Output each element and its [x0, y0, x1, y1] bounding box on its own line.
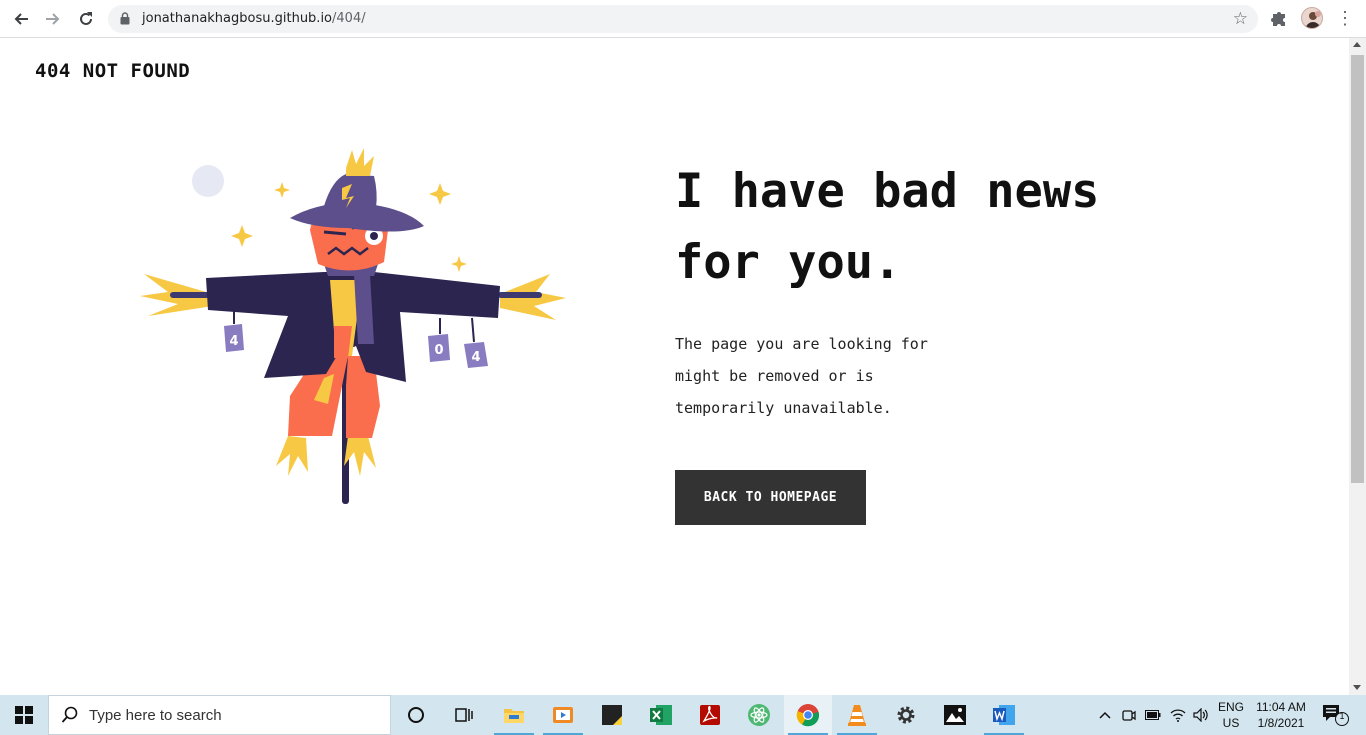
site-brand[interactable]: 404 NOT FOUND	[35, 60, 190, 82]
scarecrow-illustration: 4 0 4	[140, 148, 566, 504]
acrobat-icon	[700, 705, 720, 725]
chrome-button[interactable]	[784, 695, 832, 735]
forward-button[interactable]	[41, 7, 65, 31]
reload-button[interactable]	[74, 7, 98, 31]
excel-icon	[650, 705, 672, 725]
windows-logo-icon	[15, 706, 33, 724]
excel-button[interactable]	[637, 695, 685, 735]
clock-time: 11:04 AM	[1256, 700, 1306, 714]
search-icon	[61, 706, 78, 723]
cortana-button[interactable]	[392, 695, 440, 735]
action-center-button[interactable]: 1	[1322, 703, 1350, 732]
show-hidden-icons-chevron-icon[interactable]	[1096, 695, 1114, 735]
can-left-label: 4	[229, 334, 238, 349]
extensions-puzzle-icon[interactable]	[1270, 9, 1288, 32]
page-viewport: 404 NOT FOUND 4 0 4 I have bad news for …	[0, 38, 1349, 695]
arrow-right-icon	[46, 13, 60, 25]
clock-date: 1/8/2021	[1257, 716, 1305, 730]
lock-icon	[120, 12, 130, 25]
scroll-up-arrow-icon[interactable]	[1353, 42, 1361, 47]
word-icon	[993, 705, 1015, 725]
search-placeholder: Type here to search	[89, 707, 222, 724]
language-code: ENG	[1217, 700, 1244, 714]
description-line-3: temporarily unavailable.	[675, 399, 892, 417]
profile-avatar[interactable]	[1301, 7, 1323, 29]
gear-icon	[897, 706, 915, 724]
cortana-circle-icon	[408, 707, 424, 723]
task-view-icon	[455, 708, 473, 722]
photos-button[interactable]	[931, 695, 979, 735]
windows-taskbar: Type here to search ENG US 11:04 AM 1/8/…	[0, 695, 1366, 735]
volume-icon[interactable]	[1190, 695, 1212, 735]
browser-toolbar: jonathanakhagbosu.github.io/404/ ☆ ⋮	[0, 0, 1366, 38]
headline-line-1: I have bad news	[675, 164, 1100, 219]
atom-icon	[748, 704, 770, 726]
headline-line-2: for you.	[675, 235, 902, 290]
browser-menu-icon[interactable]: ⋮	[1336, 7, 1354, 29]
language-region: US	[1222, 716, 1240, 730]
wifi-icon[interactable]	[1168, 695, 1188, 735]
url-host: jonathanakhagbosu.github.io	[142, 11, 333, 26]
description: The page you are looking for might be re…	[675, 328, 975, 424]
sticky-notes-icon	[602, 705, 622, 725]
back-button[interactable]	[9, 7, 33, 31]
folder-icon	[504, 709, 524, 723]
word-button[interactable]	[980, 695, 1028, 735]
sticky-notes-button[interactable]	[588, 695, 636, 735]
atom-button[interactable]	[735, 695, 783, 735]
meet-now-icon[interactable]	[1120, 695, 1138, 735]
description-line-1: The page you are looking for	[675, 335, 928, 353]
can-middle: 0	[428, 318, 450, 362]
notification-count: 1	[1339, 711, 1345, 721]
can-right-label: 4	[471, 350, 480, 365]
page-scrollbar[interactable]	[1349, 38, 1366, 695]
input-language[interactable]: ENG US	[1214, 699, 1248, 731]
media-player-icon	[553, 707, 573, 723]
can-middle-label: 0	[434, 343, 443, 358]
headline: I have bad news for you.	[675, 156, 1235, 298]
battery-icon[interactable]	[1144, 695, 1162, 735]
description-line-2: might be removed or is	[675, 367, 874, 385]
system-clock[interactable]: 11:04 AM 1/8/2021	[1250, 699, 1312, 731]
can-left: 4	[224, 310, 244, 352]
scroll-down-arrow-icon[interactable]	[1353, 685, 1361, 690]
reload-icon	[80, 12, 92, 25]
url-path: /404/	[332, 11, 366, 26]
bookmark-star-icon[interactable]: ☆	[1233, 9, 1248, 29]
scrollbar-thumb[interactable]	[1351, 55, 1364, 483]
chrome-icon	[796, 704, 820, 727]
photos-icon	[944, 705, 966, 725]
can-right: 4	[464, 317, 488, 368]
settings-button[interactable]	[882, 695, 930, 735]
taskbar-search-box[interactable]: Type here to search	[48, 695, 391, 735]
vlc-cone-icon	[848, 705, 866, 726]
acrobat-reader-button[interactable]	[686, 695, 734, 735]
file-explorer-button[interactable]	[490, 695, 538, 735]
url-text: jonathanakhagbosu.github.io/404/	[142, 11, 366, 26]
task-view-button[interactable]	[440, 695, 488, 735]
address-bar[interactable]: jonathanakhagbosu.github.io/404/ ☆	[108, 5, 1258, 33]
vlc-button[interactable]	[833, 695, 881, 735]
back-to-homepage-button[interactable]: BACK TO HOMEPAGE	[675, 470, 866, 525]
start-button[interactable]	[0, 695, 48, 735]
arrow-left-icon	[14, 13, 28, 25]
media-player-button[interactable]	[539, 695, 587, 735]
